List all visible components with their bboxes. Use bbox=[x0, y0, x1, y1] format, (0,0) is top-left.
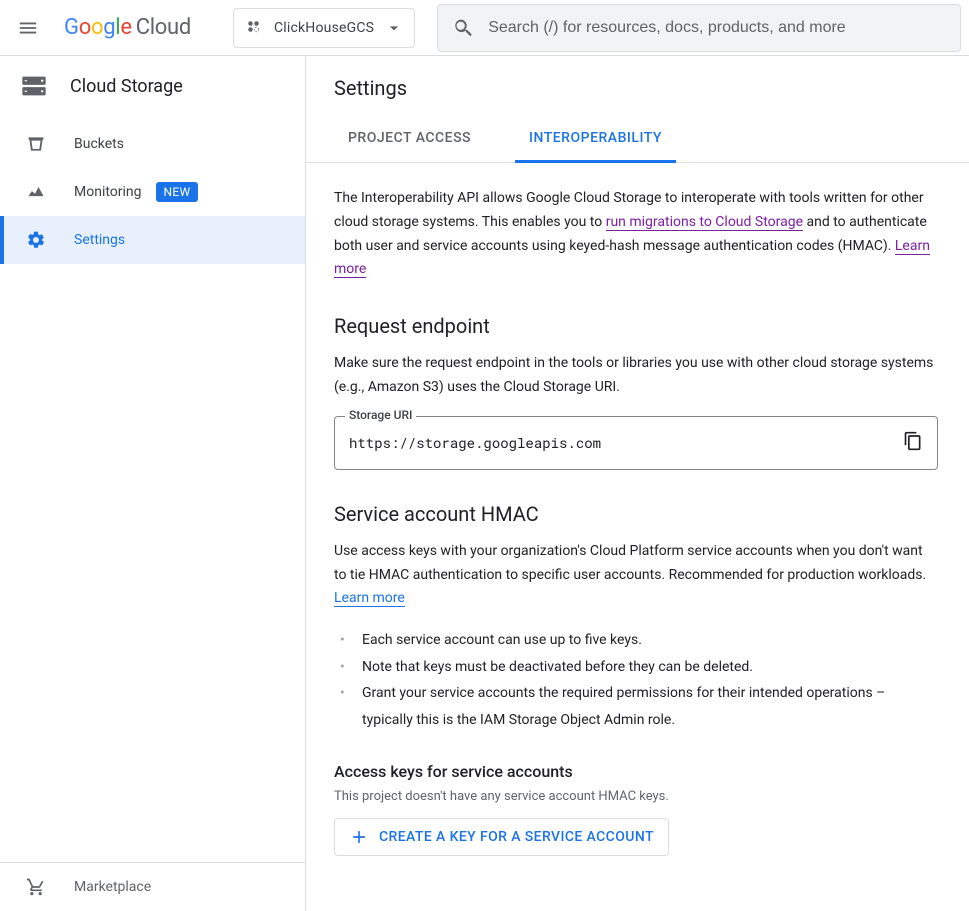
page-title: Settings bbox=[334, 76, 941, 100]
project-picker[interactable]: ClickHouseGCS bbox=[233, 8, 415, 48]
sidebar-nav: Buckets Monitoring NEW Settings bbox=[0, 116, 305, 862]
hmac-desc-text: Use access keys with your organization's… bbox=[334, 543, 926, 583]
nav-label: Settings bbox=[74, 232, 125, 248]
copy-uri-button[interactable] bbox=[903, 431, 923, 455]
hmac-bullet: Note that keys must be deactivated befor… bbox=[352, 654, 938, 681]
nav-label: Marketplace bbox=[74, 879, 151, 895]
hamburger-icon bbox=[17, 17, 39, 39]
logo-google: Google bbox=[64, 15, 132, 40]
project-name: ClickHouseGCS bbox=[274, 20, 374, 36]
tab-project-access[interactable]: PROJECT ACCESS bbox=[334, 116, 485, 163]
bucket-icon bbox=[26, 134, 46, 154]
gear-icon bbox=[26, 230, 46, 250]
sidebar-bottom: Marketplace bbox=[0, 862, 305, 911]
create-key-label: CREATE A KEY FOR A SERVICE ACCOUNT bbox=[379, 829, 654, 845]
heading-request-endpoint: Request endpoint bbox=[334, 314, 938, 338]
chevron-down-icon bbox=[384, 18, 404, 38]
top-header: Google Cloud ClickHouseGCS bbox=[0, 0, 969, 56]
request-endpoint-desc: Make sure the request endpoint in the to… bbox=[334, 352, 938, 400]
google-cloud-logo[interactable]: Google Cloud bbox=[56, 15, 199, 40]
search-input[interactable] bbox=[488, 19, 946, 37]
search-box[interactable] bbox=[437, 4, 961, 52]
sidebar-item-marketplace[interactable]: Marketplace bbox=[0, 863, 305, 911]
tabs: PROJECT ACCESS INTEROPERABILITY bbox=[306, 116, 969, 163]
heading-access-keys: Access keys for service accounts bbox=[334, 762, 938, 781]
link-learn-more-hmac[interactable]: Learn more bbox=[334, 590, 405, 607]
intro-paragraph: The Interoperability API allows Google C… bbox=[334, 187, 938, 282]
sidebar-item-settings[interactable]: Settings bbox=[0, 216, 305, 264]
create-key-button[interactable]: CREATE A KEY FOR A SERVICE ACCOUNT bbox=[334, 818, 669, 856]
search-icon bbox=[452, 17, 474, 39]
heading-service-account-hmac: Service account HMAC bbox=[334, 502, 938, 526]
marketplace-icon bbox=[26, 877, 46, 897]
sidebar-item-monitoring[interactable]: Monitoring NEW bbox=[0, 168, 305, 216]
storage-uri-field: Storage URI https://storage.googleapis.c… bbox=[334, 416, 938, 470]
copy-icon bbox=[903, 431, 923, 451]
nav-menu-button[interactable] bbox=[8, 8, 48, 48]
nav-label: Buckets bbox=[74, 136, 124, 152]
sidebar-service-title-row: Cloud Storage bbox=[0, 56, 305, 116]
link-migrations[interactable]: run migrations to Cloud Storage bbox=[606, 214, 803, 231]
tab-interoperability[interactable]: INTEROPERABILITY bbox=[515, 116, 676, 163]
logo-cloud-text: Cloud bbox=[136, 15, 191, 40]
project-icon bbox=[246, 19, 264, 37]
storage-uri-value: https://storage.googleapis.com bbox=[349, 433, 903, 452]
storage-uri-label: Storage URI bbox=[345, 408, 416, 422]
hmac-bullet: Each service account can use up to five … bbox=[352, 627, 938, 654]
cloud-storage-icon bbox=[20, 72, 48, 100]
new-badge: NEW bbox=[156, 182, 199, 202]
hmac-bullet: Grant your service accounts the required… bbox=[352, 680, 938, 733]
main-content: Settings PROJECT ACCESS INTEROPERABILITY… bbox=[306, 56, 969, 911]
sidebar-service-title: Cloud Storage bbox=[70, 76, 183, 97]
hmac-bullets: Each service account can use up to five … bbox=[334, 627, 938, 733]
nav-label: Monitoring bbox=[74, 184, 142, 200]
plus-icon bbox=[349, 827, 369, 847]
hmac-desc: Use access keys with your organization's… bbox=[334, 540, 938, 611]
monitoring-icon bbox=[26, 182, 46, 202]
sidebar: Cloud Storage Buckets Monitoring NEW Set… bbox=[0, 56, 306, 911]
no-keys-text: This project doesn't have any service ac… bbox=[334, 789, 938, 804]
sidebar-item-buckets[interactable]: Buckets bbox=[0, 120, 305, 168]
